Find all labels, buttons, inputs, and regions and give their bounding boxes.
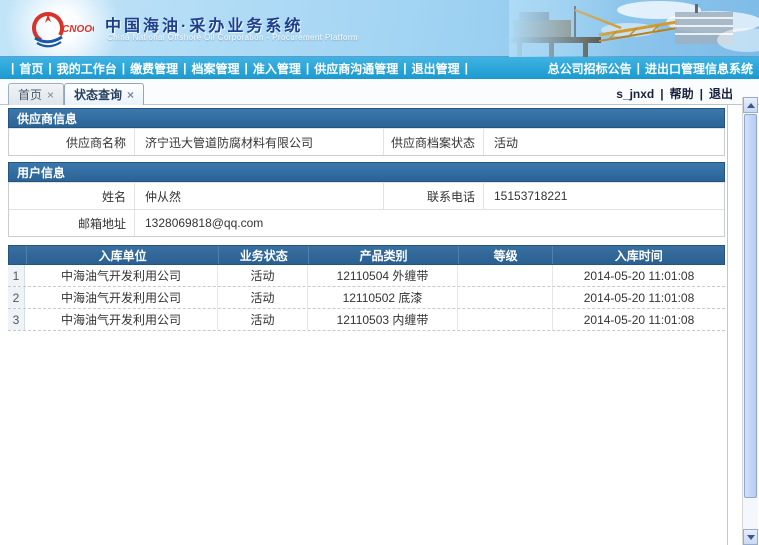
nav-separator: | [245,61,248,75]
nav-link-import-export[interactable]: 进出口管理信息系统 [645,60,753,77]
user-name-label: 姓名 [9,183,135,209]
scrollbar-thumb[interactable] [744,114,757,498]
user-area: s_jnxd | 帮助 | 退出 [616,85,733,102]
tab-strip: 首页 × 状态查询 × s_jnxd | 帮助 | 退出 [0,79,759,105]
supplier-info-row: 供应商名称 济宁迅大管道防腐材料有限公司 供应商档案状态 活动 [9,128,724,155]
scroll-up-icon [747,103,755,108]
cell-product-category: 12110502 底漆 [308,287,458,308]
nav-link-tender-notice[interactable]: 总公司招标公告 [548,60,632,77]
cell-grade [458,287,553,308]
user-name-value: 仲从然 [135,183,384,209]
main-navbar: | 首页 | 我的工作台 | 缴费管理 | 档案管理 | 准入管理 | 供应商沟… [0,57,759,79]
cell-storage-time: 2014-05-20 11:01:08 [553,309,725,330]
records-grid: 入库单位 业务状态 产品类别 等级 入库时间 1 中海油气开发利用公司 活动 1… [8,245,725,331]
row-number: 1 [8,265,25,286]
user-email-label: 邮箱地址 [9,210,135,236]
records-grid-header: 入库单位 业务状态 产品类别 等级 入库时间 [8,245,725,265]
supplier-name-label: 供应商名称 [9,129,135,155]
nav-separator: | [48,61,51,75]
supplier-status-value: 活动 [484,129,724,155]
col-business-status[interactable]: 业务状态 [218,246,308,264]
user-info-row-1: 姓名 仲从然 联系电话 15153718221 [9,182,724,209]
supplier-name-value: 济宁迅大管道防腐材料有限公司 [135,129,384,155]
nav-item-supplier-comm[interactable]: 供应商沟通管理 [314,60,398,77]
nav-item-workbench[interactable]: 我的工作台 [57,60,117,77]
tab-home[interactable]: 首页 × [8,83,64,105]
user-phone-value: 15153718221 [484,183,724,209]
cell-product-category: 12110504 外缠带 [308,265,458,286]
cell-grade [458,265,553,286]
tab-close-icon[interactable]: × [127,89,134,101]
cell-storage-unit: 中海油气开发利用公司 [25,265,218,286]
nav-right-group: 总公司招标公告 | 进出口管理信息系统 [548,60,753,77]
user-separator: | [660,87,663,101]
nav-item-payment[interactable]: 缴费管理 [130,60,178,77]
cell-business-status: 活动 [218,287,308,308]
logout-link[interactable]: 退出 [709,85,733,102]
cell-storage-time: 2014-05-20 11:01:08 [553,265,725,286]
cell-storage-unit: 中海油气开发利用公司 [25,287,218,308]
user-phone-label: 联系电话 [384,183,484,209]
nav-separator: | [465,61,468,75]
username-label: s_jnxd [616,87,654,101]
logo-brand-text: CNOOC [62,24,94,35]
cell-business-status: 活动 [218,265,308,286]
user-info-header: 用户信息 [8,162,725,182]
user-info-table: 姓名 仲从然 联系电话 15153718221 邮箱地址 1328069818@… [8,182,725,237]
col-storage-time[interactable]: 入库时间 [552,246,724,264]
record-row-1[interactable]: 1 中海油气开发利用公司 活动 12110504 外缠带 2014-05-20 … [8,265,725,287]
nav-separator: | [637,61,640,75]
col-grade[interactable]: 等级 [458,246,553,264]
tab-status-query[interactable]: 状态查询 × [64,83,144,105]
cell-storage-unit: 中海油气开发利用公司 [25,309,218,330]
user-separator: | [700,87,703,101]
nav-separator: | [122,61,125,75]
scroll-up-button[interactable] [743,97,758,113]
user-info-row-2: 邮箱地址 1328069818@qq.com [9,209,724,236]
record-row-2[interactable]: 2 中海油气开发利用公司 活动 12110502 底漆 2014-05-20 1… [8,287,725,309]
tab-close-icon[interactable]: × [47,89,54,101]
nav-item-archives[interactable]: 档案管理 [191,60,239,77]
record-row-3[interactable]: 3 中海油气开发利用公司 活动 12110503 内缠带 2014-05-20 … [8,309,725,331]
cell-product-category: 12110503 内缠带 [308,309,458,330]
col-rownum [9,246,26,264]
app-window: CNOOC 中国海油·采办业务系统 China National Offshor… [0,0,759,545]
col-storage-unit[interactable]: 入库单位 [26,246,218,264]
nav-item-home[interactable]: 首页 [19,60,43,77]
nav-left-group: | 首页 | 我的工作台 | 缴费管理 | 档案管理 | 准入管理 | 供应商沟… [6,60,473,77]
row-number: 3 [8,309,25,330]
nav-item-exit[interactable]: 退出管理 [412,60,460,77]
vertical-scrollbar[interactable] [742,97,758,545]
help-link[interactable]: 帮助 [670,85,694,102]
cell-storage-time: 2014-05-20 11:01:08 [553,287,725,308]
supplier-info-table: 供应商名称 济宁迅大管道防腐材料有限公司 供应商档案状态 活动 [8,128,725,156]
content-pane: 供应商信息 供应商名称 济宁迅大管道防腐材料有限公司 供应商档案状态 活动 用户… [0,105,728,545]
banner-fade [509,0,759,57]
nav-separator: | [11,61,14,75]
app-subtitle: China National Offshore Oil Corporation … [107,33,358,42]
supplier-status-label: 供应商档案状态 [384,129,484,155]
tab-status-query-label: 状态查询 [74,86,122,103]
cell-grade [458,309,553,330]
nav-separator: | [183,61,186,75]
scroll-down-button[interactable] [743,529,758,545]
cell-business-status: 活动 [218,309,308,330]
col-product-category[interactable]: 产品类别 [308,246,458,264]
nav-item-admission[interactable]: 准入管理 [253,60,301,77]
nav-separator: | [403,61,406,75]
row-number: 2 [8,287,25,308]
nav-separator: | [306,61,309,75]
header-banner: CNOOC 中国海油·采办业务系统 China National Offshor… [0,0,759,57]
cnooc-logo-icon: CNOOC [28,6,94,52]
tab-home-label: 首页 [18,86,42,103]
user-email-value: 1328069818@qq.com [135,210,724,236]
scroll-down-icon [747,535,755,540]
supplier-info-header: 供应商信息 [8,108,725,128]
